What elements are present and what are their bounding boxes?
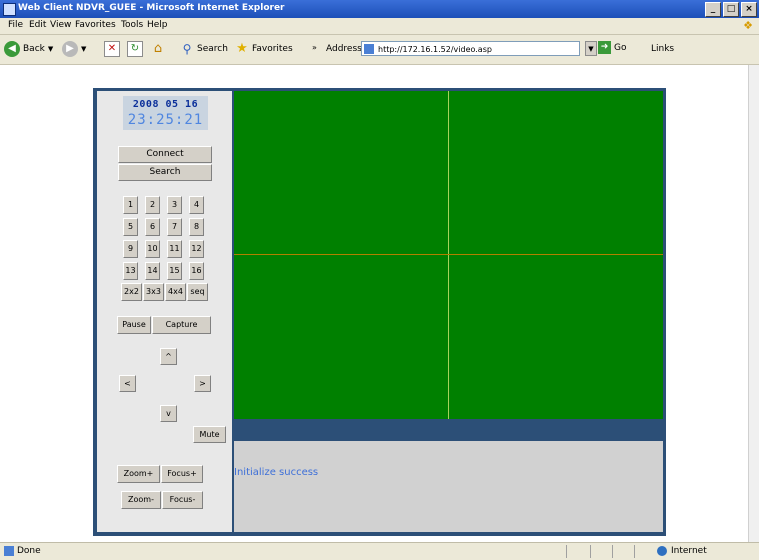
- search-icon: ⚲: [182, 42, 192, 56]
- message-area: Initialize success: [234, 441, 663, 532]
- address-dropdown-icon[interactable]: ▼: [585, 41, 597, 56]
- forward-button[interactable]: ▶ ▼: [62, 40, 86, 58]
- refresh-icon: ↻: [127, 41, 143, 57]
- maximize-button[interactable]: □: [723, 2, 739, 17]
- ie-icon: [3, 3, 16, 16]
- menu-file[interactable]: File: [8, 20, 23, 30]
- channel-button-5[interactable]: 5: [123, 218, 138, 236]
- connect-button[interactable]: Connect: [118, 146, 212, 163]
- close-button[interactable]: ×: [741, 2, 757, 17]
- layout-3x3-button[interactable]: 3x3: [143, 283, 164, 301]
- internet-zone-icon: [657, 546, 667, 556]
- status-divider: [612, 545, 613, 558]
- status-divider: [590, 545, 591, 558]
- minimize-button[interactable]: _: [705, 2, 721, 17]
- channel-button-4[interactable]: 4: [189, 196, 204, 214]
- channel-button-7[interactable]: 7: [167, 218, 182, 236]
- focus-in-button[interactable]: Focus+: [161, 465, 203, 483]
- star-icon: ★: [236, 41, 248, 56]
- channel-button-12[interactable]: 12: [189, 240, 204, 258]
- channel-button-14[interactable]: 14: [145, 262, 160, 280]
- channel-button-15[interactable]: 15: [167, 262, 182, 280]
- window-title: Web Client NDVR_GUEE - Microsoft Interne…: [18, 3, 285, 13]
- browser-status-bar: Done Internet: [0, 542, 759, 560]
- favorites-label: Favorites: [252, 44, 293, 54]
- menu-bar: File Edit View Favorites Tools Help ❖: [0, 18, 759, 35]
- status-done: Done: [17, 546, 41, 556]
- zoom-out-button[interactable]: Zoom-: [121, 491, 161, 509]
- focus-out-button[interactable]: Focus-: [162, 491, 203, 509]
- menu-view[interactable]: View: [50, 20, 71, 30]
- back-label: Back: [23, 44, 45, 54]
- back-button[interactable]: ◀ Back ▼: [4, 40, 53, 58]
- stop-icon: ✕: [104, 41, 120, 57]
- channel-button-1[interactable]: 1: [123, 196, 138, 214]
- menu-tools[interactable]: Tools: [121, 20, 143, 30]
- windows-logo-icon: ❖: [743, 19, 753, 32]
- video-divider-horizontal: [234, 254, 663, 255]
- status-divider: [566, 545, 567, 558]
- ptz-up-button[interactable]: ^: [160, 348, 177, 365]
- video-grid[interactable]: [234, 91, 663, 419]
- zone-label: Internet: [671, 546, 707, 556]
- forward-arrow-icon: ▶: [62, 41, 78, 57]
- channel-button-8[interactable]: 8: [189, 218, 204, 236]
- clock-display: 2008 05 16 23:25:21: [123, 96, 208, 130]
- channel-button-9[interactable]: 9: [123, 240, 138, 258]
- capture-button[interactable]: Capture: [152, 316, 211, 334]
- vertical-scrollbar[interactable]: [748, 65, 759, 542]
- toolbar-chevron-icon[interactable]: »: [312, 38, 317, 56]
- clock-time: 23:25:21: [127, 112, 204, 128]
- channel-button-11[interactable]: 11: [167, 240, 182, 258]
- search-button[interactable]: ⚲ Search: [180, 40, 228, 58]
- address-label: Address: [326, 44, 362, 54]
- search-label: Search: [197, 44, 228, 54]
- pause-button[interactable]: Pause: [117, 316, 151, 334]
- toolbar: ◀ Back ▼ ▶ ▼ ✕ ↻ ⌂ ⚲ Search ★ Favorites …: [0, 35, 759, 65]
- page-icon: [364, 44, 374, 54]
- refresh-button[interactable]: ↻: [127, 40, 143, 58]
- zoom-in-button[interactable]: Zoom+: [117, 465, 160, 483]
- menu-help[interactable]: Help: [147, 20, 168, 30]
- address-input[interactable]: http://172.16.1.52/video.asp: [361, 41, 580, 56]
- layout-seq-button[interactable]: seq: [187, 283, 208, 301]
- forward-dropdown-icon: ▼: [81, 45, 87, 53]
- mute-button[interactable]: Mute: [193, 426, 226, 443]
- status-message: Initialize success: [234, 467, 319, 478]
- ptz-right-button[interactable]: >: [194, 375, 211, 392]
- address-value: http://172.16.1.52/video.asp: [378, 45, 492, 54]
- stop-button[interactable]: ✕: [104, 40, 120, 58]
- channel-button-2[interactable]: 2: [145, 196, 160, 214]
- home-button[interactable]: ⌂: [150, 40, 166, 58]
- go-arrow-icon: ➜: [598, 41, 611, 54]
- window-title-bar: Web Client NDVR_GUEE - Microsoft Interne…: [0, 0, 759, 18]
- search-button-panel[interactable]: Search: [118, 164, 212, 181]
- status-divider: [634, 545, 635, 558]
- ptz-down-button[interactable]: v: [160, 405, 177, 422]
- links-button[interactable]: Links: [651, 44, 674, 54]
- menu-favorites[interactable]: Favorites: [75, 20, 116, 30]
- go-button[interactable]: ➜ Go: [598, 41, 626, 54]
- back-arrow-icon: ◀: [4, 41, 20, 57]
- clock-date: 2008 05 16: [132, 99, 199, 110]
- layout-4x4-button[interactable]: 4x4: [165, 283, 186, 301]
- video-divider-vertical: [448, 91, 449, 419]
- menu-edit[interactable]: Edit: [29, 20, 46, 30]
- go-label: Go: [614, 42, 627, 53]
- home-icon: ⌂: [153, 41, 163, 56]
- channel-button-16[interactable]: 16: [189, 262, 204, 280]
- layout-2x2-button[interactable]: 2x2: [121, 283, 142, 301]
- channel-button-6[interactable]: 6: [145, 218, 160, 236]
- channel-button-13[interactable]: 13: [123, 262, 138, 280]
- page-done-icon: [4, 546, 14, 556]
- favorites-button[interactable]: ★ Favorites: [235, 40, 293, 58]
- ptz-left-button[interactable]: <: [119, 375, 136, 392]
- channel-button-3[interactable]: 3: [167, 196, 182, 214]
- channel-button-10[interactable]: 10: [145, 240, 160, 258]
- back-dropdown-icon: ▼: [47, 45, 54, 53]
